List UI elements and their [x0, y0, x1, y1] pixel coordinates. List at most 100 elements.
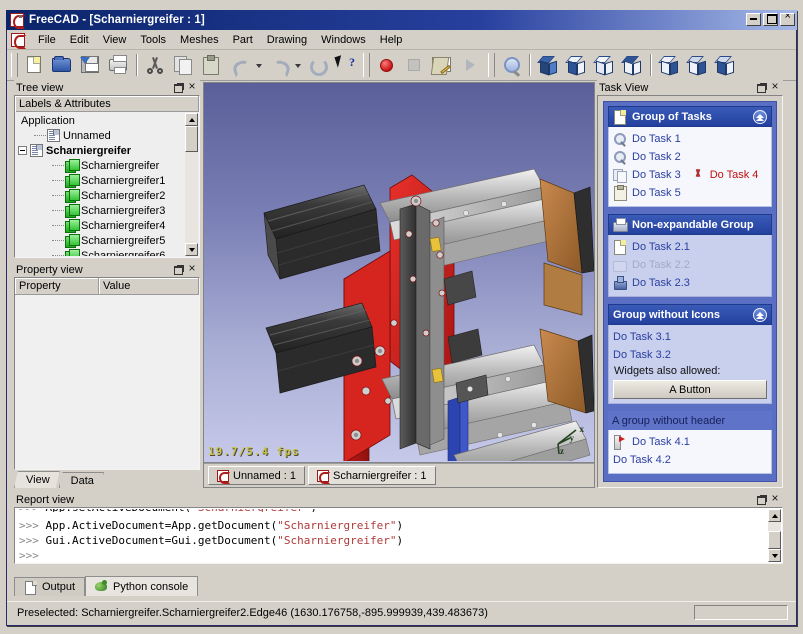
- python-console[interactable]: >>> App.setActiveDocument("Scharniergrei…: [16, 509, 768, 562]
- new-document-icon[interactable]: [21, 52, 47, 78]
- table-row[interactable]: Unnamed: [16, 128, 185, 143]
- table-row[interactable]: Scharniergreifer2: [16, 188, 185, 203]
- axonometric-view-icon[interactable]: [535, 52, 561, 78]
- tab-data[interactable]: Data: [59, 472, 104, 488]
- report-view-titlebar[interactable]: Report view: [14, 492, 783, 507]
- column-header-property[interactable]: Property: [15, 278, 99, 294]
- undo-dropdown-icon[interactable]: [253, 53, 264, 77]
- menu-part[interactable]: Part: [226, 32, 260, 48]
- tab-view[interactable]: View: [14, 471, 60, 488]
- close-icon[interactable]: [769, 494, 781, 506]
- menu-tools[interactable]: Tools: [133, 32, 173, 48]
- menu-file[interactable]: File: [31, 32, 63, 48]
- float-icon[interactable]: [755, 82, 767, 94]
- save-document-icon[interactable]: [77, 52, 103, 78]
- macro-stop-icon[interactable]: [401, 52, 427, 78]
- property-table-body[interactable]: [16, 296, 198, 468]
- toolbar-handle-file[interactable]: [11, 53, 18, 77]
- minimize-button[interactable]: [746, 13, 761, 26]
- task-item-do-task-3-2[interactable]: Do Task 3.2: [613, 346, 767, 364]
- scroll-down-icon[interactable]: [185, 243, 198, 256]
- table-row[interactable]: Scharniergreifer6: [16, 248, 185, 256]
- front-view-icon[interactable]: [563, 52, 589, 78]
- float-icon[interactable]: [172, 82, 184, 94]
- float-icon[interactable]: [755, 494, 767, 506]
- scroll-thumb[interactable]: [768, 531, 781, 549]
- table-row[interactable]: Scharniergreifer: [16, 158, 185, 173]
- macro-execute-icon[interactable]: [457, 52, 483, 78]
- scroll-up-icon[interactable]: [185, 113, 198, 126]
- menu-meshes[interactable]: Meshes: [173, 32, 226, 48]
- chevron-up-icon[interactable]: [753, 109, 767, 124]
- task-item-do-task-4[interactable]: Do Task 4: [691, 166, 759, 184]
- tree-column-header[interactable]: Labels & Attributes: [15, 95, 199, 112]
- viewport-3d[interactable]: 19.7/5.4 fps x y z: [204, 83, 594, 462]
- mdi-tab-unnamed[interactable]: Unnamed : 1: [208, 466, 305, 485]
- fit-all-icon[interactable]: [498, 52, 524, 78]
- cut-icon[interactable]: [142, 52, 168, 78]
- tree-view-titlebar[interactable]: Tree view: [14, 80, 200, 95]
- task-item-do-task-2-1[interactable]: Do Task 2.1: [613, 238, 767, 256]
- scroll-thumb[interactable]: [185, 126, 198, 152]
- task-item-do-task-3-1[interactable]: Do Task 3.1: [613, 328, 767, 346]
- chevron-up-icon[interactable]: [753, 307, 767, 322]
- task-item-do-task-4-1[interactable]: Do Task 4.1: [613, 433, 767, 451]
- table-row[interactable]: Scharniergreifer: [16, 143, 185, 158]
- property-view-titlebar[interactable]: Property view: [14, 262, 200, 277]
- scroll-up-icon[interactable]: [768, 509, 781, 522]
- paste-icon[interactable]: [198, 52, 224, 78]
- top-view-icon[interactable]: [591, 52, 617, 78]
- close-icon[interactable]: [186, 264, 198, 276]
- open-document-icon[interactable]: [49, 52, 75, 78]
- redo-icon[interactable]: [265, 52, 291, 78]
- right-view-icon[interactable]: [619, 52, 645, 78]
- copy-icon[interactable]: [170, 52, 196, 78]
- scroll-track[interactable]: [185, 126, 198, 243]
- float-icon[interactable]: [172, 264, 184, 276]
- task-item-do-task-5[interactable]: Do Task 5: [613, 184, 767, 202]
- task-item-do-task-3[interactable]: Do Task 3: [613, 166, 681, 184]
- title-bar[interactable]: FreeCAD - [Scharniergreifer : 1]: [6, 10, 797, 30]
- task-group-header[interactable]: Group without Icons: [608, 304, 772, 325]
- scroll-track[interactable]: [768, 522, 781, 549]
- task-item-do-task-1[interactable]: Do Task 1: [613, 130, 767, 148]
- menu-windows[interactable]: Windows: [314, 32, 373, 48]
- a-button[interactable]: A Button: [613, 380, 767, 399]
- close-icon[interactable]: [186, 82, 198, 94]
- console-scrollbar[interactable]: [768, 509, 781, 562]
- column-header-value[interactable]: Value: [99, 278, 199, 294]
- task-item-do-task-2[interactable]: Do Task 2: [613, 148, 767, 166]
- maximize-button[interactable]: [763, 13, 778, 26]
- macro-record-icon[interactable]: [373, 52, 399, 78]
- menu-drawing[interactable]: Drawing: [260, 32, 314, 48]
- redo-dropdown-icon[interactable]: [292, 53, 303, 77]
- refresh-icon[interactable]: [304, 52, 330, 78]
- tab-python-console[interactable]: Python console: [85, 576, 199, 596]
- task-view-titlebar[interactable]: Task View: [597, 80, 783, 95]
- bottom-view-icon[interactable]: [684, 52, 710, 78]
- task-item-do-task-4-2[interactable]: Do Task 4.2: [613, 451, 767, 469]
- menu-help[interactable]: Help: [373, 32, 410, 48]
- table-row[interactable]: Scharniergreifer4: [16, 218, 185, 233]
- toolbar-handle-view[interactable]: [488, 53, 495, 77]
- print-document-icon[interactable]: [105, 52, 131, 78]
- table-row[interactable]: Application: [16, 113, 185, 128]
- left-view-icon[interactable]: [712, 52, 738, 78]
- close-icon[interactable]: [769, 82, 781, 94]
- tree-scrollbar[interactable]: [185, 113, 198, 256]
- collapse-icon[interactable]: [18, 146, 27, 155]
- whats-this-icon[interactable]: ?: [332, 52, 358, 78]
- mdi-tab-scharniergreifer[interactable]: Scharniergreifer : 1: [307, 466, 436, 485]
- table-row[interactable]: Scharniergreifer1: [16, 173, 185, 188]
- scroll-down-icon[interactable]: [768, 549, 781, 562]
- toolbar-handle-macro[interactable]: [363, 53, 370, 77]
- table-row[interactable]: Scharniergreifer5: [16, 233, 185, 248]
- menu-edit[interactable]: Edit: [63, 32, 96, 48]
- task-group-header[interactable]: Group of Tasks: [608, 106, 772, 127]
- close-button[interactable]: [780, 13, 795, 26]
- task-item-do-task-2-3[interactable]: Do Task 2.3: [613, 274, 767, 292]
- table-row[interactable]: Scharniergreifer3: [16, 203, 185, 218]
- undo-icon[interactable]: [226, 52, 252, 78]
- menu-view[interactable]: View: [96, 32, 134, 48]
- macro-edit-icon[interactable]: [429, 52, 455, 78]
